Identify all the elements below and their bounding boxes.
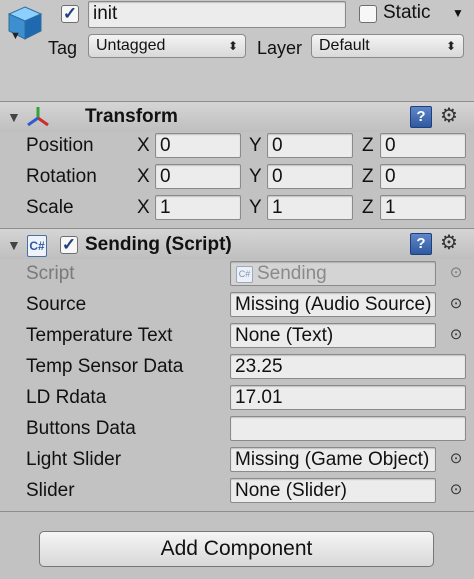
position-y-field[interactable]: 0 xyxy=(267,133,353,158)
add-component-label: Add Component xyxy=(160,537,313,560)
target-icon[interactable]: ⊙ xyxy=(449,451,463,466)
transform-title: Transform xyxy=(85,106,178,127)
script-icon: C# xyxy=(236,266,253,283)
axis-z-label[interactable]: Z xyxy=(362,165,374,189)
static-dropdown-arrow[interactable]: ▼ xyxy=(452,6,464,20)
slider-field[interactable]: None (Slider) xyxy=(230,478,436,503)
foldout-arrow-icon[interactable]: ▼ xyxy=(7,109,21,125)
axis-x-label[interactable]: X xyxy=(137,165,150,189)
object-name-field[interactable]: init xyxy=(88,1,346,28)
slider-label: Slider xyxy=(26,480,75,501)
scale-z-field[interactable]: 1 xyxy=(380,195,466,220)
target-icon[interactable]: ⊙ xyxy=(449,265,463,280)
gear-icon[interactable]: ⚙ xyxy=(440,233,458,253)
scale-y-field[interactable]: 1 xyxy=(267,195,353,220)
tag-value: Untagged xyxy=(96,37,166,54)
sending-title: Sending (Script) xyxy=(85,234,232,255)
script-enabled-checkbox[interactable]: ✓ xyxy=(60,236,78,254)
static-label: Static xyxy=(383,2,431,23)
tag-label: Tag xyxy=(48,38,78,58)
light-slider-label: Light Slider xyxy=(26,449,122,470)
tag-dropdown[interactable]: Untagged ⬍ xyxy=(88,34,246,58)
ld-rdata-field[interactable]: 17.01 xyxy=(230,385,466,410)
rotation-y-field[interactable]: 0 xyxy=(267,164,353,189)
target-icon[interactable]: ⊙ xyxy=(449,482,463,497)
position-label: Position xyxy=(26,135,94,156)
script-icon: C# xyxy=(27,235,47,257)
scale-x-field[interactable]: 1 xyxy=(155,195,241,220)
dropdown-arrows-icon: ⬍ xyxy=(227,39,238,53)
temperature-text-field[interactable]: None (Text) xyxy=(230,323,436,348)
axis-y-label[interactable]: Y xyxy=(249,196,262,220)
buttons-data-field[interactable] xyxy=(230,416,466,441)
active-checkbox[interactable]: ✓ xyxy=(61,5,79,23)
transform-axes-icon xyxy=(25,104,51,130)
source-field[interactable]: Missing (Audio Source) xyxy=(230,292,436,317)
add-component-button[interactable]: Add Component xyxy=(39,531,434,567)
layer-label: Layer xyxy=(257,38,303,58)
script-field: Sending xyxy=(230,261,436,286)
layer-value: Default xyxy=(319,37,370,54)
axis-y-label[interactable]: Y xyxy=(249,134,262,158)
transform-header[interactable] xyxy=(0,102,474,132)
rotation-z-field[interactable]: 0 xyxy=(380,164,466,189)
layer-dropdown[interactable]: Default ⬍ xyxy=(311,34,464,58)
axis-x-label[interactable]: X xyxy=(137,196,150,220)
temperature-text-label: Temperature Text xyxy=(26,325,173,346)
buttons-data-label: Buttons Data xyxy=(26,418,136,439)
static-checkbox[interactable] xyxy=(359,5,377,23)
position-x-field[interactable]: 0 xyxy=(155,133,241,158)
axis-z-label[interactable]: Z xyxy=(362,196,374,220)
position-z-field[interactable]: 0 xyxy=(380,133,466,158)
axis-y-label[interactable]: Y xyxy=(249,165,262,189)
chevron-down-icon[interactable]: ▼ xyxy=(10,30,21,42)
temp-sensor-data-label: Temp Sensor Data xyxy=(26,356,184,377)
axis-z-label[interactable]: Z xyxy=(362,134,374,158)
script-field-value: Sending xyxy=(257,263,327,284)
target-icon[interactable]: ⊙ xyxy=(449,296,463,311)
axis-x-label[interactable]: X xyxy=(137,134,150,158)
help-icon[interactable]: ? xyxy=(410,106,432,128)
rotation-label: Rotation xyxy=(26,166,97,187)
script-label: Script xyxy=(26,263,75,284)
light-slider-field[interactable]: Missing (Game Object) xyxy=(230,447,436,472)
sending-divider xyxy=(0,511,474,512)
source-label: Source xyxy=(26,294,87,315)
scale-label: Scale xyxy=(26,197,74,218)
ld-rdata-label: LD Rdata xyxy=(26,387,107,408)
help-icon[interactable]: ? xyxy=(410,233,432,255)
gear-icon[interactable]: ⚙ xyxy=(440,106,458,126)
dropdown-arrows-icon: ⬍ xyxy=(445,39,456,53)
target-icon[interactable]: ⊙ xyxy=(449,327,463,342)
temp-sensor-data-field[interactable]: 23.25 xyxy=(230,354,466,379)
foldout-arrow-icon[interactable]: ▼ xyxy=(7,237,21,253)
rotation-x-field[interactable]: 0 xyxy=(155,164,241,189)
